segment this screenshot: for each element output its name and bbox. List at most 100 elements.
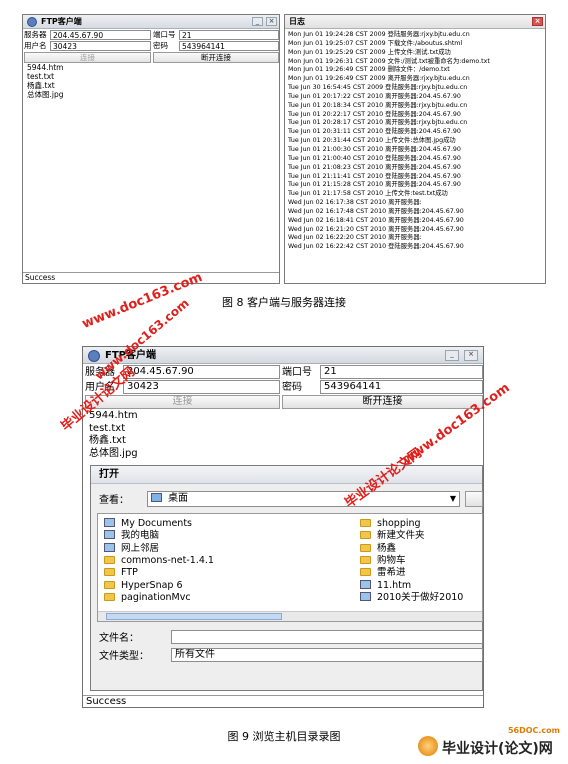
filetype-label: 文件类型： bbox=[99, 651, 149, 662]
log-line: Tue Jun 01 21:00:30 CST 2010 离开服务器:204.4… bbox=[288, 145, 461, 153]
log-line: Tue Jun 30 16:54:45 CST 2009 登陆服务器:rjxy.… bbox=[288, 84, 468, 92]
browser-item[interactable]: 我的电脑 bbox=[104, 530, 159, 542]
app-icon bbox=[88, 350, 100, 362]
scrollbar-thumb[interactable] bbox=[106, 613, 282, 620]
horizontal-scrollbar[interactable] bbox=[98, 611, 482, 621]
browser-item-label: 杨鑫 bbox=[377, 542, 397, 554]
minimize-icon[interactable]: _ bbox=[252, 17, 263, 26]
log-line: Wed Jun 02 16:22:20 CST 2010 离开服务器: bbox=[288, 234, 422, 242]
file-list-item[interactable]: 5944.htm bbox=[25, 63, 279, 72]
browser-item-label: HyperSnap 6 bbox=[121, 579, 183, 591]
folder-icon bbox=[104, 580, 115, 589]
server-input[interactable]: 204.45.67.90 bbox=[50, 30, 151, 40]
folder-icon bbox=[360, 531, 371, 540]
user-label: 用户名 bbox=[24, 41, 47, 50]
log-line: Mon Jun 01 19:25:29 CST 2009 上传文件:测试.txt… bbox=[288, 48, 451, 56]
log-title: 日志 bbox=[289, 17, 305, 26]
user-input[interactable]: 30423 bbox=[50, 41, 151, 51]
browser-item-label: 网上邻居 bbox=[121, 542, 160, 554]
open-file-dialog: 打开 查看： 桌面 ▼ My Documents 我的电脑 网上邻居 commons-… bbox=[90, 465, 483, 691]
folder-icon bbox=[360, 568, 371, 577]
app-icon bbox=[27, 17, 37, 27]
browser-item[interactable]: shopping bbox=[360, 518, 421, 530]
disconnect-button[interactable]: 断开连接 bbox=[153, 52, 279, 63]
log-line: Tue Jun 01 20:31:11 CST 2010 登陆服务器:204.4… bbox=[288, 128, 461, 136]
browser-item-label: commons-net-1.4.1 bbox=[121, 554, 214, 566]
browser-item-label: 2010关于做好2010 bbox=[377, 591, 464, 603]
browser-item[interactable]: 网上邻居 bbox=[104, 542, 160, 555]
port-label: 端口号 bbox=[282, 367, 312, 378]
browser-item[interactable]: paginationMvc bbox=[104, 592, 191, 604]
client-titlebar-2: FTP客户端 _ × bbox=[83, 347, 483, 364]
port-input[interactable]: 21 bbox=[320, 365, 483, 379]
browser-item-label: 购物车 bbox=[377, 554, 406, 566]
log-line: Tue Jun 01 20:17:22 CST 2010 离开服务器:204.4… bbox=[288, 92, 461, 100]
password-label: 密码 bbox=[282, 382, 302, 393]
browser-item[interactable]: 2010关于做好2010 bbox=[360, 591, 464, 604]
browser-item[interactable]: My Documents bbox=[104, 518, 192, 530]
up-folder-button[interactable] bbox=[465, 491, 483, 507]
file-browser-pane[interactable]: My Documents 我的电脑 网上邻居 commons-net-1.4.1 FTP… bbox=[97, 513, 483, 622]
look-in-value: 桌面 bbox=[168, 493, 188, 504]
password-input[interactable]: 543964141 bbox=[179, 41, 279, 51]
browser-item[interactable]: commons-net-1.4.1 bbox=[104, 555, 214, 567]
close-icon[interactable]: × bbox=[266, 17, 277, 26]
brand-url: 56DOC.com bbox=[507, 726, 560, 735]
browser-item[interactable]: FTP bbox=[104, 567, 138, 579]
port-input[interactable]: 21 bbox=[179, 30, 279, 40]
client-titlebar: FTP客户端 _ × bbox=[23, 15, 279, 29]
log-line: Wed Jun 02 16:22:42 CST 2010 登陆服务器:204.4… bbox=[288, 243, 464, 251]
file-list-item[interactable]: test.txt bbox=[25, 72, 279, 81]
server-label: 服务器 bbox=[24, 30, 47, 39]
browser-item[interactable]: 杨鑫 bbox=[360, 543, 396, 555]
system-folder-icon bbox=[104, 518, 115, 527]
browser-item-label: shopping bbox=[377, 518, 421, 529]
log-line: Tue Jun 01 21:17:58 CST 2010 上传文件:test.t… bbox=[288, 190, 448, 198]
browser-item[interactable]: 购物车 bbox=[360, 555, 406, 567]
status-bar: Success bbox=[83, 695, 483, 708]
password-label: 密码 bbox=[153, 41, 168, 50]
dialog-title: 打开 bbox=[91, 466, 482, 484]
browser-item[interactable]: 雷希进 bbox=[360, 567, 406, 579]
connect-button[interactable]: 连接 bbox=[85, 395, 280, 409]
browser-item-label: 我的电脑 bbox=[121, 530, 160, 542]
log-line: Tue Jun 01 21:08:23 CST 2010 离开服务器:204.4… bbox=[288, 163, 461, 171]
log-line: Mon Jun 01 19:26:49 CST 2009 删除文件：/demo.… bbox=[288, 66, 450, 74]
log-line: Tue Jun 01 20:18:34 CST 2010 离开服务器:rjxy.… bbox=[288, 101, 468, 109]
look-in-label: 查看： bbox=[99, 495, 129, 506]
log-line: Wed Jun 02 16:18:41 CST 2010 离开服务器:204.4… bbox=[288, 216, 464, 224]
filetype-select[interactable]: 所有文件 bbox=[171, 648, 483, 662]
browser-item[interactable]: 11.htm bbox=[360, 579, 412, 592]
file-list-item[interactable]: 总体图.jpg bbox=[25, 90, 279, 99]
log-titlebar: 日志 × bbox=[285, 15, 545, 29]
folder-icon bbox=[104, 555, 115, 564]
log-line: Tue Jun 01 21:15:28 CST 2010 离开服务器:204.4… bbox=[288, 181, 461, 189]
port-label: 端口号 bbox=[153, 30, 176, 39]
password-input[interactable]: 543964141 bbox=[320, 380, 483, 394]
browser-item-label: 11.htm bbox=[377, 579, 412, 591]
file-list-item[interactable]: 杨鑫.txt bbox=[25, 81, 279, 90]
browser-item-label: My Documents bbox=[121, 518, 193, 529]
file-list-item[interactable]: test.txt bbox=[86, 423, 483, 436]
close-icon[interactable]: × bbox=[464, 350, 478, 361]
browser-item[interactable]: HyperSnap 6 bbox=[104, 580, 183, 592]
user-input[interactable]: 30423 bbox=[123, 380, 280, 394]
minimize-icon[interactable]: _ bbox=[445, 350, 459, 361]
log-line: Wed Jun 02 16:17:38 CST 2010 离开服务器: bbox=[288, 199, 422, 207]
log-line: Mon Jun 01 19:26:49 CST 2009 离开服务器:rjxy.… bbox=[288, 75, 470, 83]
log-list: Mon Jun 01 19:24:28 CST 2009 登陆服务器:rjxy.… bbox=[285, 29, 545, 252]
log-line: Mon Jun 01 19:25:07 CST 2009 下载文件:/about… bbox=[288, 39, 463, 47]
disconnect-button[interactable]: 断开连接 bbox=[282, 395, 483, 409]
log-window: 日志 × Mon Jun 01 19:24:28 CST 2009 登陆服务器:… bbox=[284, 14, 546, 284]
log-line: Wed Jun 02 16:17:48 CST 2010 离开服务器:204.4… bbox=[288, 207, 464, 215]
connect-button[interactable]: 连接 bbox=[24, 52, 151, 63]
server-input[interactable]: 204.45.67.90 bbox=[123, 365, 280, 379]
look-in-select[interactable]: 桌面 ▼ bbox=[147, 491, 460, 507]
file-list-item[interactable]: 5944.htm bbox=[86, 410, 483, 423]
file-list[interactable]: 5944.htm test.txt 杨鑫.txt 总体图.jpg bbox=[23, 63, 279, 272]
folder-icon bbox=[360, 555, 371, 564]
filename-input[interactable] bbox=[171, 630, 483, 644]
browser-item[interactable]: 新建文件夹 bbox=[360, 530, 425, 542]
log-line: Tue Jun 01 20:28:17 CST 2010 离开服务器:rjxy.… bbox=[288, 119, 468, 127]
close-icon[interactable]: × bbox=[532, 17, 543, 26]
